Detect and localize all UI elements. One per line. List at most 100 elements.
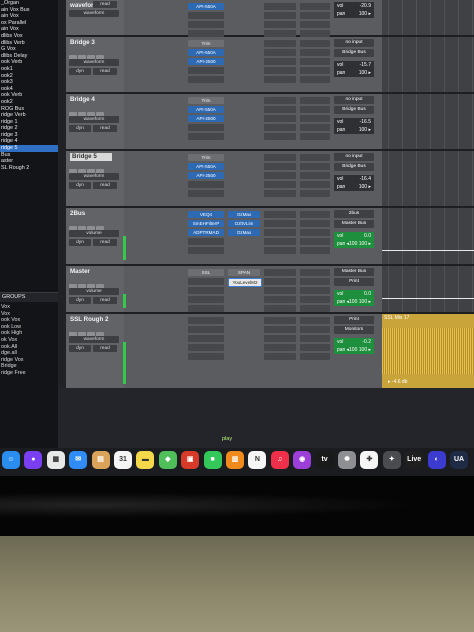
- send-slot[interactable]: [264, 326, 296, 333]
- input-selector[interactable]: Master Bus: [334, 268, 374, 276]
- groups-header[interactable]: GROUPS: [0, 292, 60, 302]
- insert-slot[interactable]: API-550A: [188, 106, 224, 113]
- group-list-item[interactable]: ok Vox: [0, 337, 58, 344]
- send-slot[interactable]: [300, 49, 330, 56]
- group-list-item[interactable]: ook High: [0, 330, 58, 337]
- insert-slot-empty[interactable]: [188, 287, 224, 294]
- track-name[interactable]: Master: [70, 268, 110, 276]
- send-slot[interactable]: [264, 344, 296, 351]
- send-slot[interactable]: [300, 124, 330, 131]
- insert-slot[interactable]: SmEHFilterP: [188, 220, 224, 227]
- send-slot[interactable]: [264, 76, 296, 83]
- output-selector[interactable]: Bridge Bus: [334, 49, 374, 57]
- track-view-selector[interactable]: volume: [69, 288, 119, 295]
- track-view-selector[interactable]: waveform: [69, 173, 119, 180]
- track-list-item[interactable]: dlibs Verb: [0, 40, 58, 47]
- waveform-app-icon[interactable]: ✦: [382, 451, 401, 469]
- finder-icon[interactable]: ☺: [2, 451, 20, 469]
- insert-slot-empty[interactable]: [188, 238, 224, 245]
- play-label[interactable]: play: [222, 436, 232, 442]
- panel-divider[interactable]: [58, 0, 66, 448]
- track-list-item[interactable]: ook4: [0, 86, 58, 93]
- send-slot[interactable]: [264, 238, 296, 245]
- insert-slot-empty[interactable]: [188, 317, 224, 324]
- volume-pan-box[interactable]: vol -0.2 pan ◂100 100 ▸: [334, 338, 374, 354]
- insert-slot[interactable]: SPAN: [228, 269, 260, 276]
- automation-mode[interactable]: read: [93, 125, 117, 132]
- group-list-item[interactable]: ridge Free: [0, 370, 58, 377]
- insert-slot[interactable]: Trim: [188, 154, 224, 161]
- output-selector[interactable]: Print: [334, 278, 374, 286]
- send-slot[interactable]: [300, 30, 330, 37]
- send-slot[interactable]: [264, 296, 296, 303]
- group-list-item[interactable]: ook Vox: [0, 317, 58, 324]
- volume-pan-box[interactable]: vol -16.4 pan 100 ▸: [334, 175, 374, 191]
- timeline-lane[interactable]: [382, 208, 474, 266]
- photobooth-icon[interactable]: ▣: [181, 451, 200, 469]
- launchpad-icon[interactable]: ▦: [46, 451, 65, 469]
- send-slot[interactable]: [264, 40, 296, 47]
- insert-slot[interactable]: Trim: [188, 40, 224, 47]
- track-list-item[interactable]: SL Rough 2: [0, 165, 58, 172]
- insert-slot[interactable]: OzMax: [228, 211, 260, 218]
- track-list-item[interactable]: dlibs Delay: [0, 53, 58, 60]
- track-list-item[interactable]: ook2: [0, 73, 58, 80]
- timeline-lane[interactable]: [382, 0, 474, 37]
- send-slot[interactable]: [264, 124, 296, 131]
- siri-icon[interactable]: ●: [24, 451, 43, 469]
- input-selector[interactable]: Print: [334, 316, 374, 324]
- insert-slot-empty[interactable]: [188, 305, 224, 312]
- track-list-item[interactable]: ridge 4: [0, 138, 58, 145]
- track-list-item[interactable]: ook Verb: [0, 92, 58, 99]
- send-slot[interactable]: [264, 247, 296, 254]
- send-slot[interactable]: [300, 247, 330, 254]
- group-list-item[interactable]: ook.All: [0, 344, 58, 351]
- insert-slot[interactable]: API-550A: [188, 3, 224, 10]
- group-list-item[interactable]: ook Low: [0, 324, 58, 331]
- insert-slot[interactable]: API-550A: [188, 49, 224, 56]
- track-list-item[interactable]: ook1: [0, 66, 58, 73]
- appletv-icon[interactable]: tv: [315, 451, 334, 469]
- send-slot[interactable]: [264, 229, 296, 236]
- insert-slot[interactable]: API-2500: [188, 58, 224, 65]
- group-list-item[interactable]: Vox: [0, 311, 58, 318]
- books-icon[interactable]: ▥: [226, 451, 244, 469]
- send-slot[interactable]: [300, 115, 330, 122]
- ua-icon[interactable]: UA: [450, 451, 468, 469]
- input-selector[interactable]: no input: [334, 96, 374, 104]
- maps-icon[interactable]: ◆: [158, 451, 177, 469]
- send-slot[interactable]: [264, 305, 296, 312]
- track-name[interactable]: Bridge 4: [70, 96, 110, 104]
- insert-slot[interactable]: Trim: [188, 97, 224, 104]
- send-slot[interactable]: [264, 106, 296, 113]
- send-slot[interactable]: [300, 3, 330, 10]
- insert-slot-empty[interactable]: [188, 247, 224, 254]
- send-slot[interactable]: [264, 3, 296, 10]
- insert-slot[interactable]: OzltVLim: [228, 220, 260, 227]
- send-slot[interactable]: [300, 67, 330, 74]
- insert-slot[interactable]: API-2500: [188, 172, 224, 179]
- track-list-item[interactable]: ridge 1: [0, 119, 58, 126]
- insert-slot-empty[interactable]: [188, 344, 224, 351]
- track-view-selector[interactable]: waveform: [69, 59, 119, 66]
- track-list-item[interactable]: ROG Bus: [0, 106, 58, 113]
- track-list-item[interactable]: G Vox: [0, 46, 58, 53]
- track-list-item[interactable]: ridge 3: [0, 132, 58, 139]
- send-slot[interactable]: [300, 40, 330, 47]
- input-selector[interactable]: no input: [334, 153, 374, 161]
- automation-mode[interactable]: read: [93, 182, 117, 189]
- insert-slot-empty[interactable]: [188, 353, 224, 360]
- timeline-lane[interactable]: SSL Mix 17 ▸ -4.6 db: [382, 314, 474, 390]
- automation-mode[interactable]: read: [93, 345, 117, 352]
- mail-icon[interactable]: ✉: [69, 451, 88, 469]
- insert-slot-empty[interactable]: [188, 76, 224, 83]
- output-selector[interactable]: Master Bus: [334, 220, 374, 228]
- send-slot[interactable]: [300, 172, 330, 179]
- input-selector[interactable]: no input: [334, 39, 374, 47]
- send-slot[interactable]: [300, 269, 330, 276]
- group-list-item[interactable]: Vox: [0, 304, 58, 311]
- send-slot[interactable]: [300, 287, 330, 294]
- output-selector[interactable]: Monitors: [334, 326, 374, 334]
- volume-pan-box[interactable]: vol -20.9 pan 100 ▸: [334, 2, 374, 18]
- volume-pan-box[interactable]: vol 0.0 pan ◂100 100 ▸: [334, 232, 374, 248]
